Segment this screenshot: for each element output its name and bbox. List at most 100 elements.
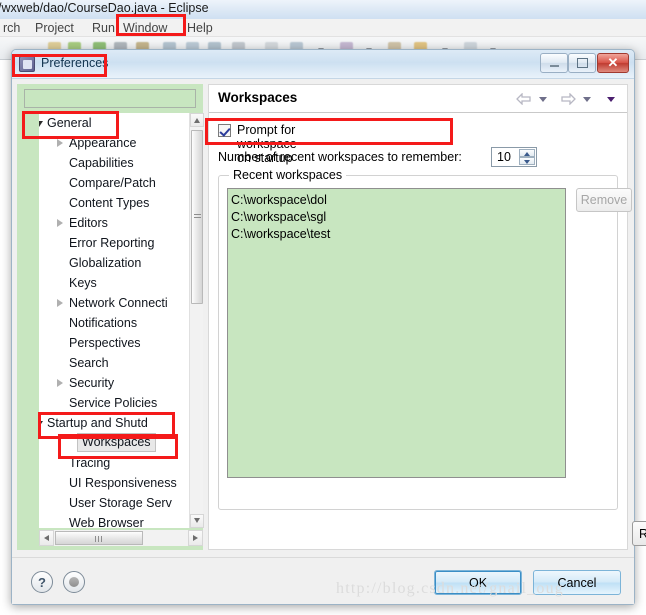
prompt-workspace-checkbox[interactable] (218, 124, 231, 137)
stepper-up-icon[interactable] (519, 149, 535, 157)
recent-workspaces-group: Recent workspaces C:\workspace\dol C:\wor… (218, 168, 632, 510)
tree-item-service-policies[interactable]: Service Policies (39, 393, 189, 413)
page-menu-caret-icon[interactable] (607, 97, 615, 102)
tree-item-label: Workspaces (77, 433, 156, 452)
eclipse-menubar: rch Project Run Window Help (0, 19, 646, 37)
tree-item-notifications[interactable]: Notifications (39, 313, 189, 333)
tree-item-content-types[interactable]: Content Types (39, 193, 189, 213)
tree-item-label: General (47, 116, 92, 130)
dialog-title: Preferences (41, 56, 109, 70)
recent-count-value: 10 (497, 150, 511, 164)
scroll-left-icon[interactable] (39, 530, 54, 546)
recent-count-label: Number of recent workspaces to remember: (218, 150, 462, 164)
close-button[interactable]: ✕ (597, 53, 629, 73)
restore-window-icon[interactable] (63, 571, 85, 593)
menu-rch[interactable]: rch (0, 20, 23, 36)
preference-tree-panel: General Appearance Capabilities Compare/Pat… (17, 84, 204, 550)
back-dropdown-caret-icon[interactable] (539, 97, 547, 102)
tree-item-label: Compare/Patch (69, 176, 156, 190)
tree-item-web-browser[interactable]: Web Browser (39, 513, 189, 528)
chevron-down-icon[interactable] (39, 121, 43, 127)
maximize-button[interactable] (568, 53, 596, 73)
tree-item-label: Notifications (69, 316, 138, 330)
tree-item-workspaces[interactable]: Workspaces (39, 433, 189, 453)
cancel-button[interactable]: Cancel (533, 570, 621, 595)
close-icon: ✕ (607, 55, 619, 70)
chevron-right-icon[interactable] (57, 139, 63, 147)
menu-window[interactable]: Window (120, 20, 170, 36)
preference-tree[interactable]: General Appearance Capabilities Compare/Pat… (39, 113, 203, 528)
tree-item-tracing[interactable]: Tracing (39, 453, 189, 473)
tree-scroll-thumb[interactable] (191, 130, 203, 304)
maximize-icon (569, 54, 595, 72)
tree-item-startup-and-shutd[interactable]: Startup and Shutd (39, 413, 189, 433)
recent-count-stepper[interactable]: 10 (491, 147, 537, 167)
tree-item-label: Tracing (69, 456, 111, 470)
chevron-right-icon[interactable] (57, 379, 63, 387)
tree-item-capabilities[interactable]: Capabilities (39, 153, 189, 173)
tree-item-user-storage-serv[interactable]: User Storage Serv (39, 493, 189, 513)
remove-button[interactable]: Remove (576, 188, 632, 212)
tree-item-label: User Storage Serv (69, 496, 172, 510)
preferences-dialog: Preferences ✕ General Appearance Capabilit… (11, 49, 646, 605)
recent-count-row: Number of recent workspaces to remember:… (218, 147, 537, 167)
ok-button[interactable]: OK (434, 570, 522, 595)
scroll-up-icon[interactable] (190, 113, 204, 127)
chevron-right-icon[interactable] (57, 219, 63, 227)
eclipse-window-title: /wxweb/dao/CourseDao.java - Eclipse (0, 1, 209, 15)
recent-workspaces-list[interactable]: C:\workspace\dol C:\workspace\sgl C:\works… (227, 188, 566, 478)
tree-horizontal-scrollbar[interactable] (39, 530, 203, 546)
filter-input[interactable] (24, 89, 196, 108)
tree-item-compare-patch[interactable]: Compare/Patch (39, 173, 189, 193)
workspace-list-item[interactable]: C:\workspace\sgl (231, 209, 565, 226)
tree-item-search[interactable]: Search (39, 353, 189, 373)
chevron-down-icon[interactable] (39, 421, 43, 427)
scroll-right-icon[interactable] (188, 530, 203, 546)
tree-item-error-reporting[interactable]: Error Reporting (39, 233, 189, 253)
scroll-down-icon[interactable] (190, 514, 204, 528)
tree-item-label: Search (69, 356, 109, 370)
tree-item-label: Editors (69, 216, 108, 230)
preference-page-panel: Workspaces Prompt for workspace on start… (208, 84, 646, 550)
tree-item-label: Appearance (69, 136, 137, 150)
tree-item-globalization[interactable]: Globalization (39, 253, 189, 273)
back-arrow-icon[interactable] (516, 93, 532, 105)
workspace-list-item[interactable]: C:\workspace\test (231, 226, 565, 243)
dialog-body: General Appearance Capabilities Compare/Pat… (12, 79, 646, 604)
menu-help[interactable]: Help (184, 20, 216, 36)
chevron-right-icon[interactable] (57, 299, 63, 307)
tree-item-perspectives[interactable]: Perspectives (39, 333, 189, 353)
page-header: Workspaces (209, 85, 627, 113)
minimize-icon (541, 54, 567, 72)
tree-item-network-connecti[interactable]: Network Connecti (39, 293, 189, 313)
tree-item-label: Keys (69, 276, 97, 290)
tree-item-label: Network Connecti (69, 296, 168, 310)
tree-hscroll-thumb[interactable] (55, 531, 143, 545)
tree-vertical-scrollbar[interactable] (189, 113, 204, 528)
recent-workspaces-legend: Recent workspaces (229, 168, 347, 182)
forward-dropdown-caret-icon[interactable] (583, 97, 591, 102)
minimize-button[interactable] (540, 53, 568, 73)
preferences-icon (19, 56, 35, 72)
menu-run[interactable]: Run (89, 20, 118, 36)
stepper-down-icon[interactable] (519, 157, 535, 165)
tree-item-keys[interactable]: Keys (39, 273, 189, 293)
tree-item-general[interactable]: General (39, 113, 189, 133)
tree-item-label: UI Responsiveness (69, 476, 177, 490)
menu-project[interactable]: Project (32, 20, 77, 36)
tree-item-label: Perspectives (69, 336, 141, 350)
tree-item-appearance[interactable]: Appearance (39, 133, 189, 153)
tree-item-label: Web Browser (69, 516, 144, 528)
eclipse-titlebar: /wxweb/dao/CourseDao.java - Eclipse (0, 0, 646, 19)
restore-defaults-button[interactable]: Restore Defaults (632, 521, 646, 546)
tree-item-editors[interactable]: Editors (39, 213, 189, 233)
tree-item-label: Content Types (69, 196, 150, 210)
workspace-list-item[interactable]: C:\workspace\dol (231, 192, 565, 209)
forward-arrow-icon[interactable] (560, 93, 576, 105)
dialog-titlebar[interactable]: Preferences ✕ (12, 50, 634, 79)
help-icon[interactable] (31, 571, 53, 593)
tree-item-security[interactable]: Security (39, 373, 189, 393)
tree-item-label: Capabilities (69, 156, 134, 170)
tree-item-label: Error Reporting (69, 236, 155, 250)
tree-item-ui-responsiveness[interactable]: UI Responsiveness (39, 473, 189, 493)
